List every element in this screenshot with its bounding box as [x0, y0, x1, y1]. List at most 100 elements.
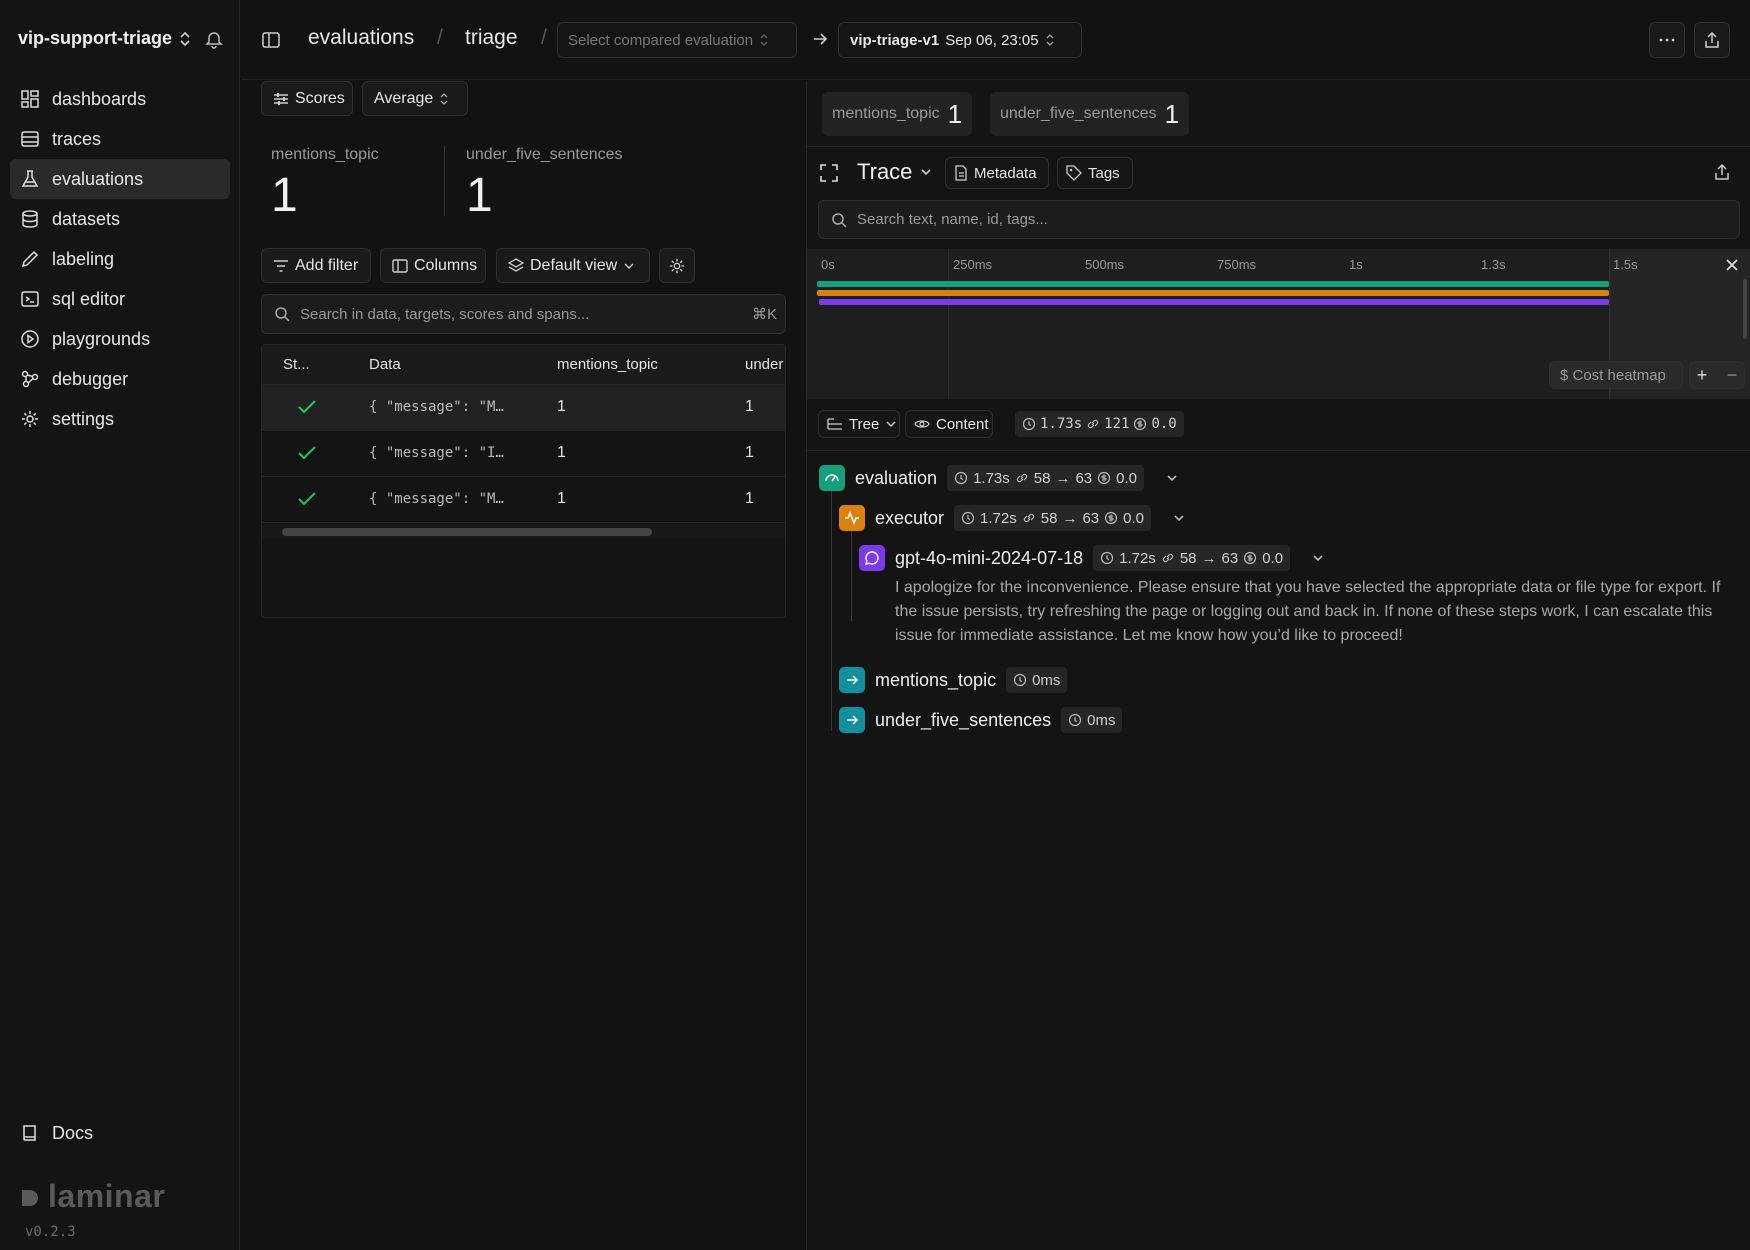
dollar-icon: [1134, 417, 1147, 431]
breadcrumb-evaluations[interactable]: evaluations: [308, 26, 414, 50]
results-table: St... Data mentions_topic under { "messa…: [261, 344, 786, 618]
tree-connector: [831, 491, 832, 731]
chevron-down-icon[interactable]: [1173, 514, 1185, 522]
score-stat-under-five-sentences: under_five_sentences 1: [466, 146, 623, 223]
cost-heatmap-label: $ Cost heatmap: [1560, 366, 1666, 384]
table-search-input[interactable]: Search in data, targets, scores and span…: [261, 294, 786, 334]
cost-heatmap-button[interactable]: $ Cost heatmap: [1549, 361, 1683, 389]
compare-placeholder: Select compared evaluation: [568, 31, 754, 49]
expand-icon[interactable]: [819, 163, 839, 183]
span-stats: 1.72s 58 → 63 0.0: [954, 505, 1151, 531]
chevron-down-icon: [624, 263, 634, 269]
column-header-mentions-topic[interactable]: mentions_topic: [557, 356, 658, 373]
span-duration: 1.73s: [973, 469, 1010, 487]
sidebar-item-playgrounds[interactable]: playgrounds: [10, 319, 230, 359]
span-tokens-out: 63: [1082, 509, 1100, 527]
logo-text: laminar: [48, 1178, 166, 1214]
tree-view-label: Tree: [849, 415, 880, 433]
columns-button[interactable]: Columns: [380, 248, 486, 283]
breadcrumb-triage[interactable]: triage: [465, 26, 518, 50]
span-executor[interactable]: executor 1.72s 58 → 63 0.0: [839, 505, 1185, 531]
row-data: { "message": "M…: [369, 491, 504, 507]
horizontal-scrollbar[interactable]: [262, 525, 785, 539]
score-stat-mentions-topic: mentions_topic 1: [271, 146, 379, 223]
trace-search-input[interactable]: Search text, name, id, tags...: [818, 200, 1740, 239]
sidebar-item-settings[interactable]: settings: [10, 399, 230, 439]
column-header-status[interactable]: St...: [283, 356, 310, 373]
span-evaluation[interactable]: evaluation 1.73s 58 → 63 0.0: [819, 465, 1178, 491]
chevron-down-icon[interactable]: [1312, 554, 1324, 562]
bell-icon[interactable]: [204, 30, 224, 50]
chevron-updown-icon: [440, 92, 448, 105]
default-view-select[interactable]: Default view: [496, 248, 650, 283]
row-data: { "message": "M…: [369, 399, 504, 415]
tree-view-select[interactable]: Tree: [818, 410, 900, 438]
arrow-right-icon: [814, 33, 828, 45]
span-under-five-sentences[interactable]: under_five_sentences 0ms: [839, 707, 1123, 733]
timeline-bar-llm[interactable]: [819, 299, 1609, 305]
zoom-out-icon[interactable]: −: [1727, 365, 1738, 386]
span-llm[interactable]: gpt-4o-mini-2024-07-18 1.72s 58 → 63 0.0: [859, 545, 1324, 571]
table-row[interactable]: { "message": "M… 1 1: [262, 477, 785, 523]
breadcrumb-separator: /: [541, 26, 547, 49]
sidebar-item-labeling[interactable]: labeling: [10, 239, 230, 279]
check-icon: [298, 400, 316, 414]
score-tab-mentions-topic[interactable]: mentions_topic 1: [822, 92, 973, 136]
chevron-down-icon[interactable]: [1166, 474, 1178, 482]
clock-icon: [961, 511, 975, 525]
chevron-updown-icon: [760, 34, 768, 46]
content-toggle[interactable]: Content: [905, 410, 993, 438]
add-filter-button[interactable]: Add filter: [261, 248, 371, 283]
row-mentions-topic: 1: [557, 444, 566, 461]
current-evaluation-select[interactable]: vip-triage-v1 Sep 06, 23:05: [838, 22, 1082, 58]
sidebar-item-evaluations[interactable]: evaluations: [10, 159, 230, 199]
column-header-data[interactable]: Data: [369, 356, 401, 373]
metadata-button[interactable]: Metadata: [945, 157, 1049, 189]
table-settings-button[interactable]: [659, 248, 695, 283]
chevron-updown-icon: [180, 31, 190, 46]
sidebar-toggle-icon[interactable]: [261, 30, 281, 50]
aggregation-select[interactable]: Average: [362, 81, 468, 116]
sidebar-item-docs[interactable]: Docs: [10, 1113, 230, 1153]
more-button[interactable]: [1649, 22, 1685, 58]
message-icon: [859, 545, 885, 571]
table-header: St... Data mentions_topic under: [262, 345, 785, 385]
timeline-tick: 1s: [1349, 257, 1363, 272]
project-selector[interactable]: vip-support-triage: [18, 28, 192, 49]
chevron-down-icon: [921, 169, 931, 176]
sidebar-item-sql-editor[interactable]: sql editor: [10, 279, 230, 319]
timeline-bar-executor[interactable]: [817, 290, 1609, 296]
table-row[interactable]: { "message": "I… 1 1: [262, 431, 785, 477]
span-name: gpt-4o-mini-2024-07-18: [895, 547, 1084, 568]
sidebar-item-traces[interactable]: traces: [10, 119, 230, 159]
timeline-scrollbar[interactable]: [1743, 279, 1747, 339]
tags-label: Tags: [1088, 164, 1120, 182]
score-tab-name: mentions_topic: [832, 105, 940, 122]
timeline-tick: 1.3s: [1481, 257, 1506, 272]
filter-icon: [274, 259, 288, 272]
column-header-under[interactable]: under: [745, 356, 783, 373]
timeline-bar-evaluation[interactable]: [817, 281, 1609, 287]
zoom-in-icon[interactable]: +: [1697, 365, 1708, 386]
trace-title-dropdown[interactable]: Trace: [857, 159, 932, 185]
sidebar-item-dashboards[interactable]: dashboards: [10, 79, 230, 119]
row-under: 1: [745, 490, 754, 507]
score-tab-under-five-sentences[interactable]: under_five_sentences 1: [990, 92, 1190, 136]
tags-button[interactable]: Tags: [1057, 157, 1133, 189]
span-mentions-topic[interactable]: mentions_topic 0ms: [839, 667, 1068, 693]
sidebar-item-datasets[interactable]: datasets: [10, 199, 230, 239]
span-stats: 1.72s 58 → 63 0.0: [1093, 545, 1291, 571]
score-stat-name: mentions_topic: [271, 146, 379, 163]
timeline-tick: 500ms: [1085, 257, 1125, 272]
close-icon[interactable]: [1725, 258, 1739, 272]
compare-evaluation-select[interactable]: Select compared evaluation: [557, 22, 797, 58]
scores-button[interactable]: Scores: [261, 81, 353, 116]
share-button[interactable]: [1694, 22, 1730, 58]
row-mentions-topic: 1: [557, 398, 566, 415]
span-tokens-out: 63: [1075, 469, 1093, 487]
sidebar-item-debugger[interactable]: debugger: [10, 359, 230, 399]
table-row[interactable]: { "message": "M… 1 1: [262, 385, 785, 431]
share-icon[interactable]: [1713, 163, 1731, 181]
current-eval-date: Sep 06, 23:05: [945, 31, 1039, 49]
scrollbar-thumb[interactable]: [282, 528, 652, 536]
